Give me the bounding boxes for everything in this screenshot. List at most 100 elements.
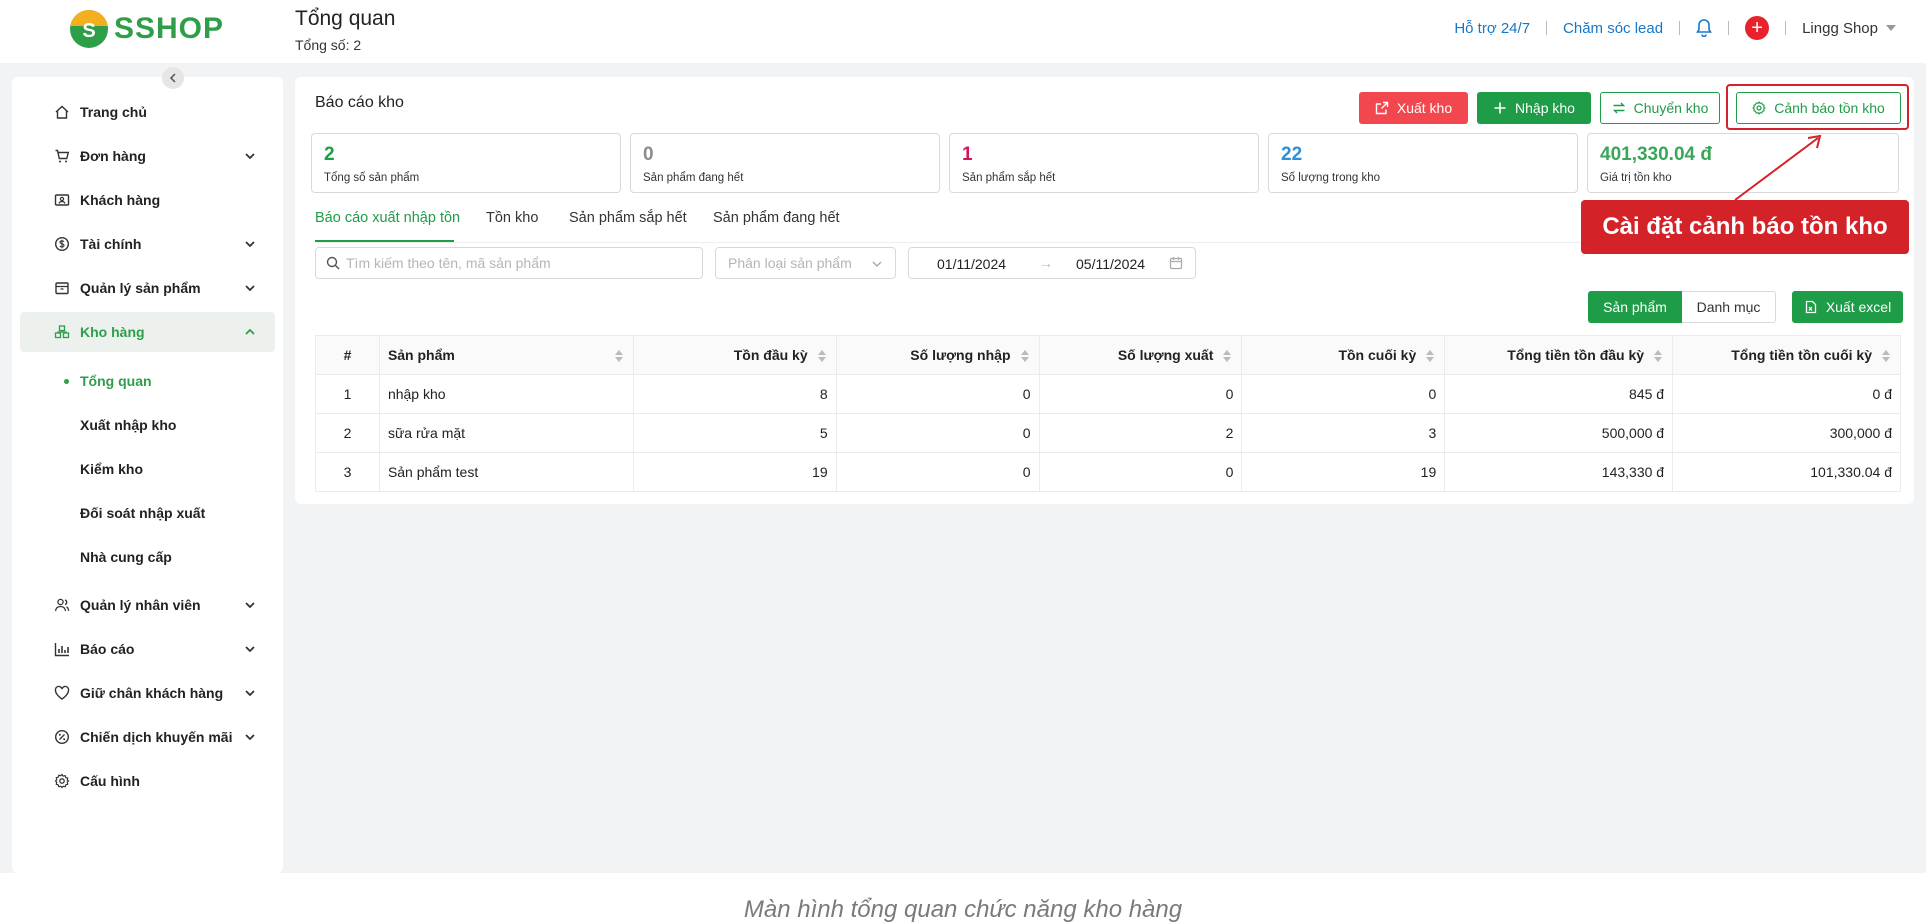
percent-icon [54, 729, 70, 745]
divider [1728, 21, 1730, 35]
support-link[interactable]: Hỗ trợ 24/7 [1438, 20, 1546, 37]
sidebar-item-warehouse[interactable]: Kho hàng [20, 312, 275, 352]
sort-icon[interactable] [1654, 350, 1663, 362]
calendar-icon [1169, 256, 1183, 270]
heart-icon [54, 685, 70, 701]
search-icon [326, 256, 340, 270]
chevron-up-icon [243, 325, 257, 339]
sidebar-subitem-overview[interactable]: Tổng quan [80, 373, 152, 389]
sidebar: Trang chủ Đơn hàng Khách hàng Tài chính … [12, 67, 283, 873]
table-header-row: # Sản phẩm Tồn đầu kỳ Số lượng nhập Số l… [315, 335, 1901, 375]
active-dot [64, 379, 69, 384]
column-header-closing-stock[interactable]: Tồn cuối kỳ [1241, 335, 1446, 375]
table-row[interactable]: 3 Sản phẩm test 19 0 0 19 143,330 đ 101,… [315, 452, 1901, 492]
date-from[interactable]: 01/11/2024 [937, 256, 1006, 272]
stat-low-stock: 1 Sản phẩm sắp hết [949, 133, 1259, 193]
user-menu[interactable]: Lingg Shop [1786, 20, 1896, 37]
table-row[interactable]: 2 sữa rửa mặt 5 0 2 3 500,000 đ 300,000 … [315, 413, 1901, 453]
view-by-product-button[interactable]: Sản phẩm [1588, 291, 1682, 323]
logo-icon: S [70, 10, 108, 48]
column-header-import-qty[interactable]: Số lượng nhập [835, 335, 1040, 375]
chevron-down-icon [243, 281, 257, 295]
view-by-category-button[interactable]: Danh mục [1682, 291, 1776, 323]
tab-stock-io-report[interactable]: Báo cáo xuất nhập tồn [315, 210, 460, 226]
sort-icon[interactable] [817, 350, 826, 362]
sidebar-subitem-suppliers[interactable]: Nhà cung cấp [80, 549, 172, 565]
alert-button-highlight [1726, 84, 1909, 130]
transfer-stock-button[interactable]: Chuyển kho [1600, 92, 1720, 124]
top-header: S SSHOP Tổng quan Tổng số: 2 Hỗ trợ 24/7… [0, 0, 1926, 63]
sidebar-subitem-stock-io[interactable]: Xuất nhập kho [80, 417, 176, 433]
page-title: Tổng quan [295, 7, 396, 30]
sort-icon[interactable] [1223, 350, 1232, 362]
id-card-icon [54, 192, 70, 208]
stat-quantity-in-stock: 22 Số lượng trong kho [1268, 133, 1578, 193]
collapse-sidebar-icon[interactable] [162, 67, 184, 89]
sidebar-item-staff[interactable]: Quản lý nhân viên [20, 585, 275, 625]
chevron-down-icon [243, 730, 257, 744]
plus-icon [1494, 102, 1506, 114]
export-excel-button[interactable]: Xuất excel [1792, 291, 1903, 323]
column-header-index: # [315, 335, 380, 375]
column-header-export-qty[interactable]: Số lượng xuất [1038, 335, 1243, 375]
import-stock-button[interactable]: Nhập kho [1477, 92, 1591, 124]
tab-low-stock[interactable]: Sản phẩm sắp hết [569, 210, 687, 226]
stat-out-of-stock: 0 Sản phẩm đang hết [630, 133, 940, 193]
sidebar-item-promotions[interactable]: Chiến dịch khuyến mãi [20, 717, 275, 757]
add-button[interactable]: + [1745, 16, 1770, 40]
sort-icon[interactable] [1426, 350, 1435, 362]
export-stock-button[interactable]: Xuất kho [1359, 92, 1468, 124]
sidebar-item-customers[interactable]: Khách hàng [20, 180, 275, 220]
card-title: Báo cáo kho [315, 94, 404, 111]
sidebar-item-products[interactable]: Quản lý sản phẩm [20, 268, 275, 308]
column-header-opening-value[interactable]: Tổng tiền tồn đầu kỳ [1444, 335, 1674, 375]
chevron-down-icon [243, 149, 257, 163]
warehouse-icon [54, 324, 70, 340]
page-count: Tổng số: 2 [295, 37, 362, 53]
export-icon [1375, 101, 1389, 115]
logo[interactable]: S SSHOP [70, 10, 224, 48]
chevron-down-icon [243, 598, 257, 612]
dollar-icon [54, 236, 70, 252]
search-input[interactable] [346, 255, 686, 271]
chevron-down-icon [871, 257, 883, 269]
stock-report-table: # Sản phẩm Tồn đầu kỳ Số lượng nhập Số l… [315, 335, 1901, 492]
figure-caption: Màn hình tổng quan chức năng kho hàng [743, 896, 1183, 923]
sidebar-subitem-inventory-check[interactable]: Kiểm kho [80, 461, 143, 477]
top-links: Hỗ trợ 24/7 Chăm sóc lead + Lingg Shop [1438, 16, 1896, 40]
home-icon [54, 104, 70, 120]
sort-icon[interactable] [614, 350, 623, 362]
sidebar-item-finance[interactable]: Tài chính [20, 224, 275, 264]
category-select[interactable]: Phân loại sản phẩm [715, 247, 896, 279]
date-to[interactable]: 05/11/2024 [1076, 256, 1145, 272]
chevron-down-icon [243, 642, 257, 656]
chevron-down-icon [243, 237, 257, 251]
search-field [315, 247, 703, 279]
stat-total-products: 2 Tổng số sản phẩm [311, 133, 621, 193]
sidebar-item-orders[interactable]: Đơn hàng [20, 136, 275, 176]
annotation-callout: Cài đặt cảnh báo tồn kho [1581, 200, 1909, 254]
active-tab-indicator [315, 240, 454, 242]
sidebar-item-settings[interactable]: Cấu hình [20, 761, 275, 801]
excel-file-icon [1805, 300, 1816, 314]
column-header-product[interactable]: Sản phẩm [378, 335, 634, 375]
column-header-opening-stock[interactable]: Tồn đầu kỳ [632, 335, 837, 375]
tab-inventory[interactable]: Tồn kho [486, 210, 538, 226]
date-range-picker[interactable]: 01/11/2024 → 05/11/2024 [908, 247, 1196, 279]
sidebar-item-retention[interactable]: Giữ chân khách hàng [20, 673, 275, 713]
table-row[interactable]: 1 nhập kho 8 0 0 0 845 đ 0 đ [315, 374, 1901, 414]
bar-chart-icon [54, 641, 70, 657]
logo-text: SSHOP [114, 12, 225, 45]
caret-down-icon [1886, 25, 1896, 31]
bell-icon[interactable] [1680, 19, 1728, 37]
sort-icon[interactable] [1020, 350, 1029, 362]
sidebar-item-reports[interactable]: Báo cáo [20, 629, 275, 669]
annotation-arrow-icon [1734, 134, 1822, 201]
sidebar-item-home[interactable]: Trang chủ [20, 92, 275, 132]
tab-out-of-stock[interactable]: Sản phẩm đang hết [713, 210, 840, 226]
box-icon [54, 280, 70, 296]
column-header-closing-value[interactable]: Tổng tiền tồn cuối kỳ [1672, 335, 1901, 375]
lead-care-link[interactable]: Chăm sóc lead [1547, 20, 1679, 37]
sidebar-subitem-reconciliation[interactable]: Đối soát nhập xuất [80, 505, 205, 521]
sort-icon[interactable] [1882, 350, 1890, 362]
